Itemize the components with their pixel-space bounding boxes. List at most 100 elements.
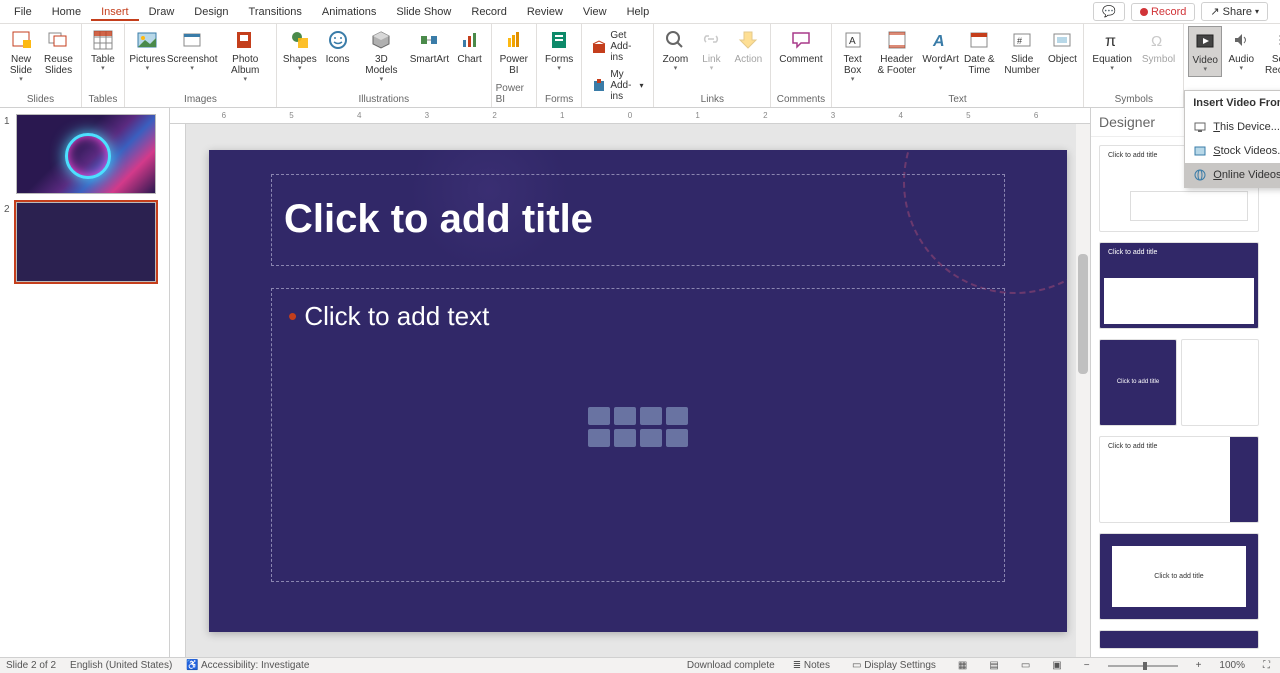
insert-table-icon[interactable]	[588, 407, 610, 425]
view-sorter-button[interactable]: ▤	[985, 660, 1002, 671]
pictures-button[interactable]: Pictures▾	[129, 26, 166, 75]
get-addins-button[interactable]: Get Add-ins	[588, 28, 647, 65]
accessibility-icon: ♿	[186, 660, 198, 671]
tab-animations[interactable]: Animations	[312, 3, 386, 21]
design-option-6[interactable]	[1099, 630, 1259, 649]
header-footer-icon	[885, 28, 909, 52]
tab-draw[interactable]: Draw	[139, 3, 185, 21]
tab-view[interactable]: View	[573, 3, 617, 21]
fit-to-window-button[interactable]: ⛶	[1259, 660, 1274, 671]
share-label: Share	[1223, 6, 1252, 18]
title-placeholder[interactable]: Click to add title	[271, 174, 1005, 266]
slide-number-button[interactable]: #Slide Number	[1001, 26, 1043, 78]
reuse-slides-button[interactable]: Reuse Slides	[40, 26, 77, 78]
slide-canvas[interactable]: Click to add title Click to add text	[209, 150, 1067, 632]
zoom-out-button[interactable]: −	[1080, 660, 1094, 671]
design-option-2[interactable]: Click to add title	[1099, 242, 1259, 329]
tab-design[interactable]: Design	[184, 3, 238, 21]
design-option-3[interactable]: Click to add title	[1099, 339, 1259, 426]
insert-chart-icon[interactable]	[614, 407, 636, 425]
object-button[interactable]: Object	[1045, 26, 1079, 67]
equation-button[interactable]: πEquation▾	[1088, 26, 1135, 75]
notes-button[interactable]: ≣ Notes	[789, 660, 834, 671]
video-dropdown: Insert Video From This Device... Stock V…	[1184, 90, 1280, 188]
3d-models-icon	[369, 28, 393, 52]
slide-editor: 6543210123456 Click to add title Click t…	[170, 108, 1090, 657]
3d-models-button[interactable]: 3D Models▾	[357, 26, 407, 86]
insert-3d-icon[interactable]	[666, 407, 688, 425]
zoom-slider[interactable]	[1108, 665, 1178, 667]
wordart-button[interactable]: AWordArt▾	[924, 26, 958, 75]
header-footer-button[interactable]: Header & Footer	[872, 26, 922, 78]
status-language[interactable]: English (United States)	[70, 660, 172, 671]
tab-transitions[interactable]: Transitions	[239, 3, 312, 21]
new-slide-button[interactable]: New Slide▾	[4, 26, 38, 86]
slide-thumbnail-1[interactable]	[16, 114, 156, 194]
group-symbols: πEquation▾ ΩSymbol Symbols	[1084, 24, 1184, 107]
dropdown-title: Insert Video From	[1185, 91, 1280, 115]
insert-online-pictures-icon[interactable]	[614, 429, 636, 447]
insert-pictures-icon[interactable]	[588, 429, 610, 447]
dropdown-this-device[interactable]: This Device...	[1185, 115, 1280, 139]
icons-button[interactable]: Icons	[321, 26, 355, 67]
group-links-label: Links	[701, 92, 724, 107]
photo-album-button[interactable]: Photo Album▾	[218, 26, 272, 86]
date-time-button[interactable]: Date & Time	[960, 26, 999, 78]
tab-help[interactable]: Help	[617, 3, 660, 21]
dropdown-stock-videos[interactable]: Stock Videos...	[1185, 139, 1280, 163]
chart-button[interactable]: Chart	[453, 26, 487, 67]
tab-insert[interactable]: Insert	[91, 3, 139, 21]
tab-slideshow[interactable]: Slide Show	[386, 3, 461, 21]
smartart-button[interactable]: SmartArt	[408, 26, 450, 67]
view-slideshow-button[interactable]: ▣	[1048, 660, 1065, 671]
main-area: 1 2 6543210123456 Click to add title Cli…	[0, 108, 1280, 657]
dropdown-online-videos[interactable]: Online Videos...	[1185, 163, 1280, 187]
record-button[interactable]: Record	[1131, 3, 1195, 21]
audio-icon	[1229, 28, 1253, 52]
thumb-number-1: 1	[4, 114, 12, 194]
tab-review[interactable]: Review	[517, 3, 573, 21]
screen-recording-icon	[1276, 28, 1280, 52]
table-button[interactable]: Table▾	[86, 26, 120, 75]
tab-home[interactable]: Home	[42, 3, 91, 21]
audio-button[interactable]: Audio▾	[1224, 26, 1258, 75]
design-option-4[interactable]: Click to add title	[1099, 436, 1259, 523]
ruler-vertical	[170, 124, 186, 657]
group-powerbi-label: Power BI	[496, 81, 532, 107]
my-addins-button[interactable]: My Add-ins▾	[588, 67, 647, 104]
share-button[interactable]: ↗Share▾	[1201, 2, 1268, 21]
ruler-horizontal: 6543210123456	[170, 108, 1090, 124]
comments-button[interactable]: 💬	[1093, 2, 1125, 21]
scrollbar-thumb[interactable]	[1078, 254, 1088, 374]
chevron-down-icon: ▾	[1255, 7, 1259, 16]
screen-recording-button[interactable]: Screen Recording	[1260, 26, 1280, 78]
tab-record[interactable]: Record	[461, 3, 516, 21]
zoom-level[interactable]: 100%	[1219, 660, 1245, 671]
forms-button[interactable]: Forms▾	[541, 26, 577, 75]
view-normal-button[interactable]: ▦	[954, 660, 971, 671]
equation-icon: π	[1100, 28, 1124, 52]
view-reading-button[interactable]: ▭	[1017, 660, 1034, 671]
zoom-button[interactable]: Zoom▾	[658, 26, 692, 75]
comment-button[interactable]: Comment	[775, 26, 826, 67]
powerbi-button[interactable]: Power BI	[496, 26, 532, 78]
insert-video-icon[interactable]	[640, 429, 662, 447]
insert-icon-icon[interactable]	[666, 429, 688, 447]
video-button[interactable]: Video▾	[1188, 26, 1222, 77]
tab-file[interactable]: File	[4, 3, 42, 21]
slide-thumbnail-2[interactable]	[16, 202, 156, 282]
group-images: Pictures▾ Screenshot▾ Photo Album▾ Image…	[125, 24, 277, 107]
content-placeholder[interactable]: Click to add text	[271, 288, 1005, 582]
group-comments: Comment Comments	[771, 24, 831, 107]
zoom-in-button[interactable]: +	[1192, 660, 1206, 671]
screenshot-button[interactable]: Screenshot▾	[168, 26, 217, 75]
zoom-icon	[663, 28, 687, 52]
shapes-button[interactable]: Shapes▾	[281, 26, 319, 75]
insert-smartart-icon[interactable]	[640, 407, 662, 425]
group-tables: Table▾ Tables	[82, 24, 125, 107]
vertical-scrollbar[interactable]	[1076, 124, 1090, 657]
textbox-button[interactable]: AText Box▾	[836, 26, 870, 86]
display-settings-button[interactable]: ▭ Display Settings	[848, 660, 940, 671]
status-accessibility[interactable]: ♿ Accessibility: Investigate	[186, 660, 309, 671]
design-option-5[interactable]: Click to add title	[1099, 533, 1259, 620]
